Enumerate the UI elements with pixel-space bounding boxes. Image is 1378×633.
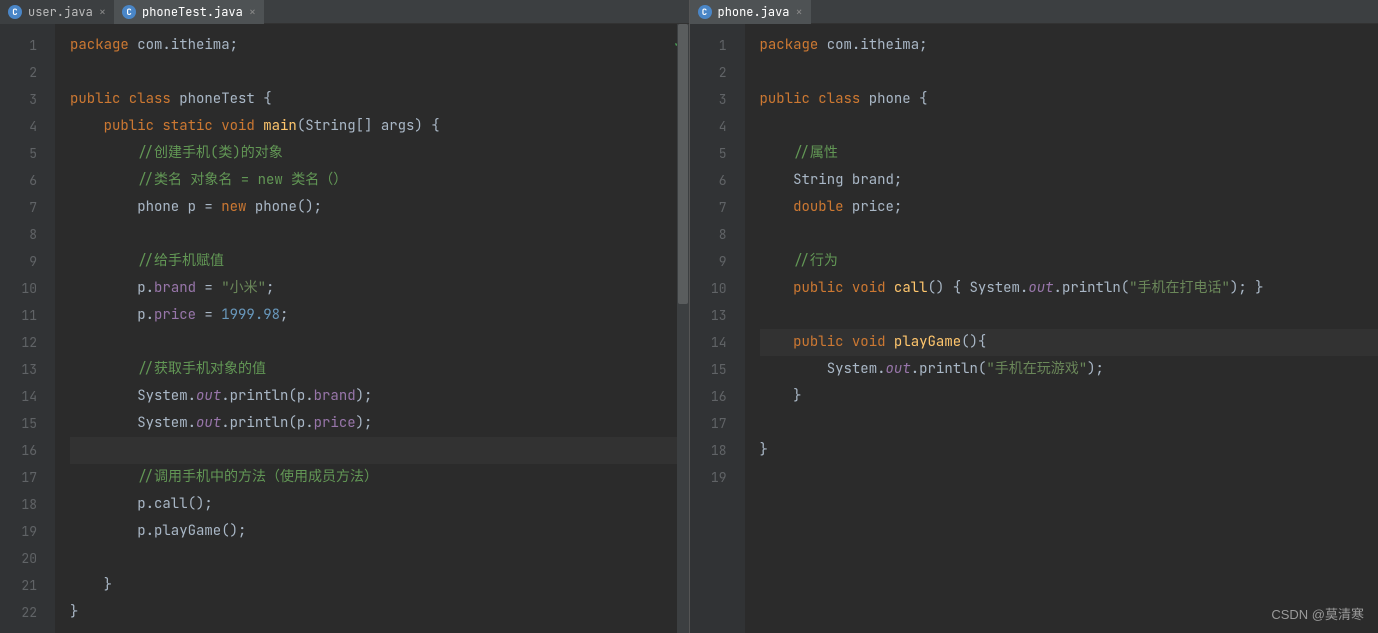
tabbar-left: C user.java × C phoneTest.java × [0,0,689,24]
tab-label: phoneTest.java [142,4,243,20]
gutter-left: 1 2 3 4 5 6 7 8 9 10 11 12 13 14 15 16 1… [0,24,56,633]
close-icon[interactable]: × [249,4,256,20]
code-left[interactable]: ✓ package com.itheima; public class phon… [56,24,689,633]
class-file-icon: C [8,5,22,19]
close-icon[interactable]: × [99,4,106,20]
gutter-right: 1 2 3 4 5 6 7 8 9 10 13 14 15 16 17 18 1… [690,24,746,633]
class-file-icon: C [122,5,136,19]
tab-user-java[interactable]: C user.java × [0,0,114,24]
editor-left[interactable]: 1 2 3 4 5 6 7 8 9 10 11 12 13 14 15 16 1… [0,24,689,633]
editor-split: C user.java × C phoneTest.java × 1 2 3 4… [0,0,1378,633]
editor-right[interactable]: 1 2 3 4 5 6 7 8 9 10 13 14 15 16 17 18 1… [690,24,1378,633]
tabbar-right: C phone.java × [690,0,1378,24]
code-right[interactable]: package com.itheima; public class phone … [746,24,1378,633]
tab-phone-java[interactable]: C phone.java × [690,0,811,24]
watermark: CSDN @莫清寒 [1271,604,1364,623]
class-file-icon: C [698,5,712,19]
right-pane: C phone.java × 1 2 3 4 5 6 7 8 9 10 13 1… [690,0,1378,633]
tab-phonetest-java[interactable]: C phoneTest.java × [114,0,264,24]
scrollbar-left[interactable] [677,24,689,633]
scrollbar-thumb[interactable] [678,24,688,304]
tab-label: phone.java [718,4,790,20]
close-icon[interactable]: × [796,4,803,20]
tab-label: user.java [28,4,93,20]
left-pane: C user.java × C phoneTest.java × 1 2 3 4… [0,0,690,633]
